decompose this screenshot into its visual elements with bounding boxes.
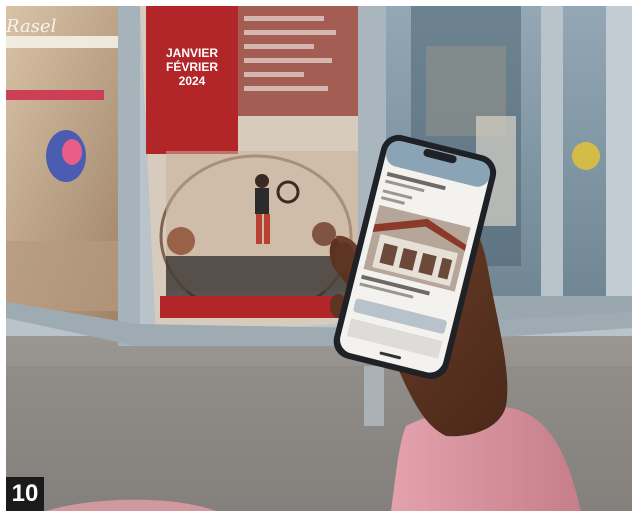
storefront-sign: Rasel bbox=[6, 16, 57, 37]
figure-number-badge: 10 bbox=[6, 477, 44, 511]
poster-month-1: JANVIER bbox=[165, 46, 218, 60]
photo: JANVIER FÉVRIER 2024 Rasel bbox=[6, 6, 632, 511]
poster-dates: JANVIER FÉVRIER 2024 bbox=[148, 46, 236, 88]
poster-month-2: FÉVRIER bbox=[165, 60, 218, 74]
photo-scene bbox=[6, 6, 632, 511]
poster-year: 2024 bbox=[178, 74, 206, 88]
